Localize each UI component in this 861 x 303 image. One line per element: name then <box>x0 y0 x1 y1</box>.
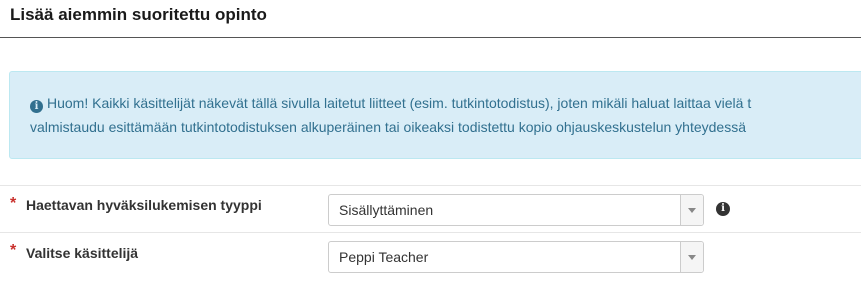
required-marker: * <box>10 242 17 259</box>
form-row-recognition-type: * Haettavan hyväksilukemisen tyyppi Sisä… <box>0 185 861 233</box>
chevron-down-icon <box>688 208 696 213</box>
required-marker: * <box>10 195 17 212</box>
handler-dropdown-toggle[interactable] <box>680 242 703 272</box>
form-row-handler: * Valitse käsittelijä Peppi Teacher <box>0 233 861 283</box>
handler-value: Peppi Teacher <box>339 249 429 265</box>
info-circle-icon[interactable]: i <box>716 202 730 216</box>
recognition-type-label: Haettavan hyväksilukemisen tyyppi <box>26 197 262 213</box>
page-title: Lisää aiemmin suoritettu opinto <box>10 5 267 24</box>
handler-label: Valitse käsittelijä <box>26 245 139 261</box>
handler-select[interactable]: Peppi Teacher <box>328 241 704 273</box>
notice-text-1: Huom! Kaikki käsittelijät näkevät tällä … <box>47 95 752 111</box>
notice-text-2: valmistaudu esittämään tutkintotodistuks… <box>30 119 746 135</box>
notice-line-1: i Huom! Kaikki käsittelijät näkevät tällä… <box>30 91 861 115</box>
recognition-type-select[interactable]: Sisällyttäminen <box>328 194 704 226</box>
title-divider <box>0 37 861 38</box>
info-notice: i Huom! Kaikki käsittelijät näkevät tällä… <box>9 71 861 159</box>
chevron-down-icon <box>688 255 696 260</box>
info-circle-icon: i <box>30 100 43 113</box>
recognition-type-value: Sisällyttäminen <box>339 202 434 218</box>
recognition-type-dropdown-toggle[interactable] <box>680 195 703 225</box>
